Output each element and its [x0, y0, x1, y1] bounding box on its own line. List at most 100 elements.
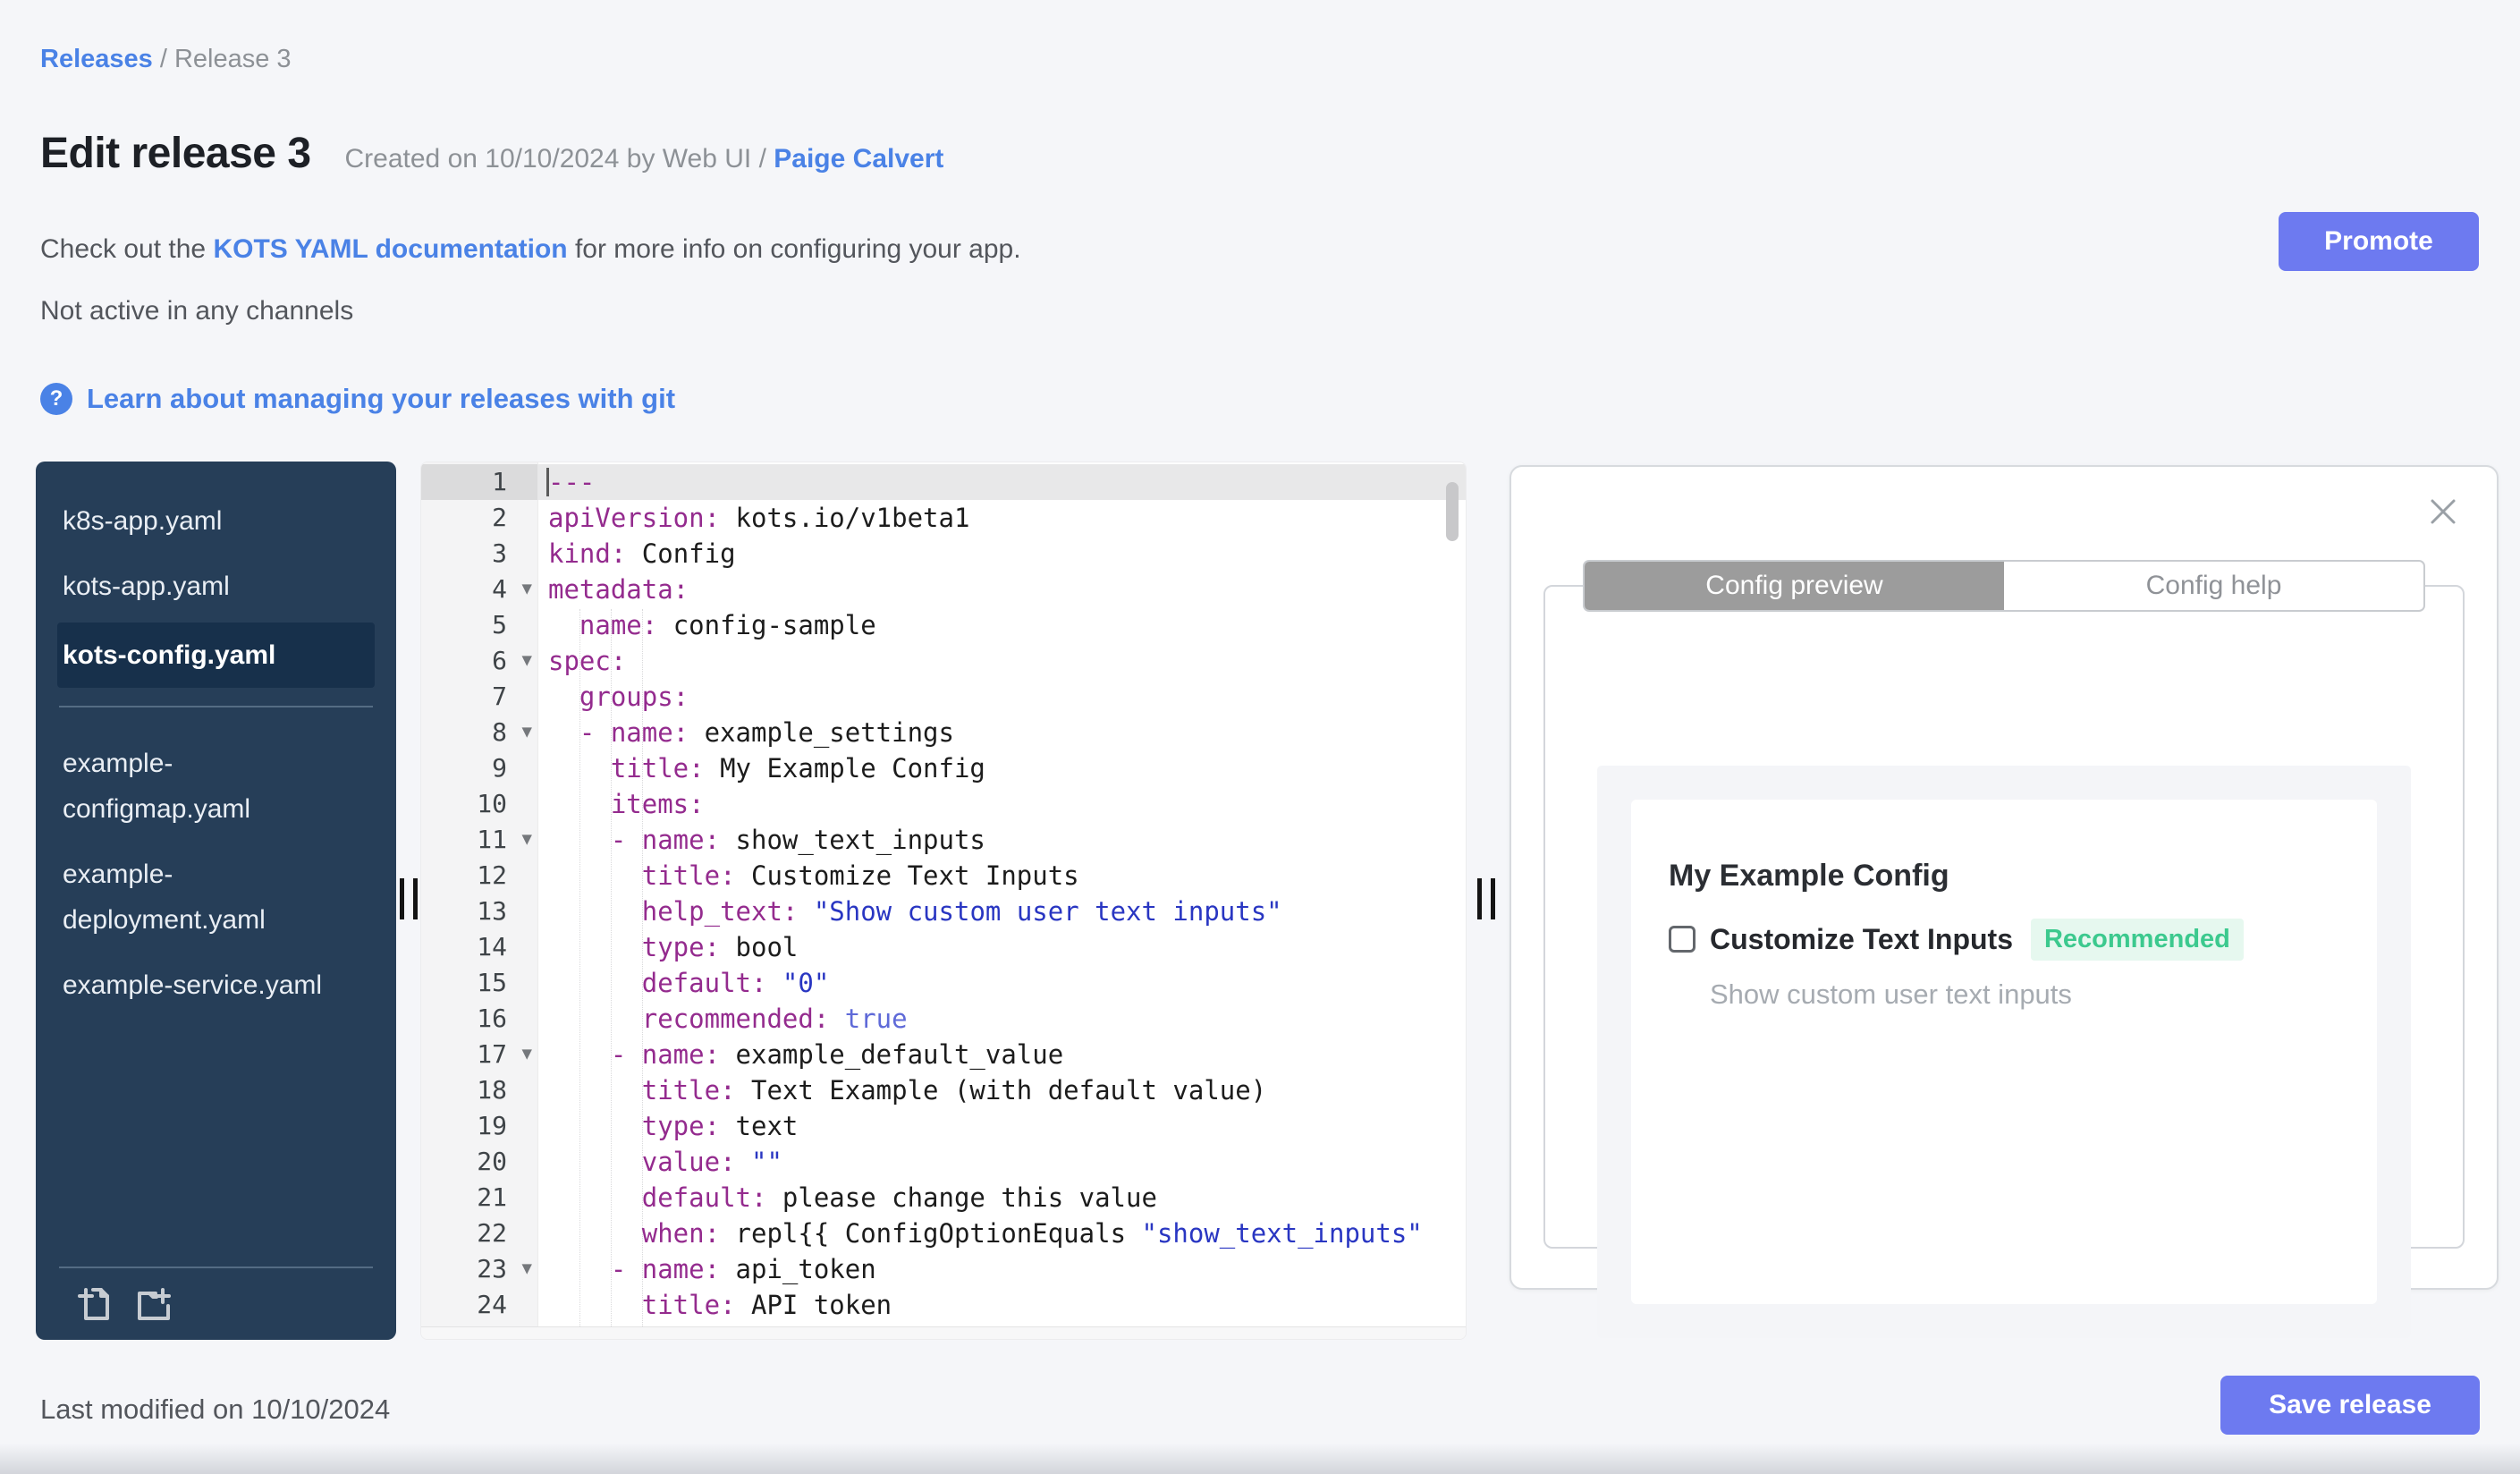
code-line[interactable]: 11 ▼ - name: show_text_inputs	[421, 822, 1466, 858]
page-title: Edit release 3	[40, 130, 311, 177]
file-item-kots-config.yaml[interactable]: kots-config.yaml	[57, 623, 375, 688]
created-author-link[interactable]: Paige Calvert	[774, 144, 943, 174]
add-folder-icon[interactable]	[132, 1283, 175, 1326]
code-text: apiVersion: kots.io/v1beta1	[548, 503, 970, 533]
kots-yaml-doc-link[interactable]: KOTS YAML documentation	[213, 234, 567, 264]
doc-line: Check out the KOTS YAML documentation fo…	[40, 234, 1021, 265]
tab-config-preview[interactable]: Config preview	[1585, 562, 2004, 610]
recommended-badge: Recommended	[2030, 918, 2244, 961]
preview-inner-box: My Example Config Customize Text Inputs …	[1543, 585, 2465, 1338]
sidebar-actions	[36, 1266, 396, 1326]
preview-gray-area: My Example Config Customize Text Inputs …	[1597, 766, 2411, 1338]
editor-vertical-scrollbar[interactable]	[1446, 482, 1459, 541]
code-text: spec:	[548, 646, 627, 676]
doc-text-before: Check out the	[40, 234, 214, 264]
question-circle-icon[interactable]: ?	[40, 383, 72, 415]
file-label: example-configmap.yaml	[63, 749, 251, 824]
customize-text-inputs-checkbox[interactable]	[1669, 926, 1696, 953]
code-line[interactable]: 9 title: My Example Config	[421, 750, 1466, 786]
fold-arrow-icon[interactable]: ▼	[522, 571, 532, 606]
breadcrumb-separator: /	[152, 45, 174, 73]
code-line[interactable]: 13 help_text: "Show custom user text inp…	[421, 894, 1466, 929]
code-line[interactable]: 4 ▼ metadata:	[421, 572, 1466, 607]
line-number: 14	[477, 932, 507, 961]
code-text: - name: show_text_inputs	[610, 825, 985, 855]
fold-arrow-icon[interactable]: ▼	[522, 821, 532, 857]
line-number: 13	[477, 896, 507, 926]
add-file-icon[interactable]	[72, 1283, 114, 1326]
code-line[interactable]: 6 ▼ spec:	[421, 643, 1466, 679]
yaml-editor[interactable]: 1 --- 2 apiVersion: kots.io/v1beta1 3 kind: C…	[420, 462, 1467, 1340]
code-line[interactable]: 17 ▼ - name: example_default_value	[421, 1037, 1466, 1072]
code-line[interactable]: 19 type: text	[421, 1108, 1466, 1144]
code-line[interactable]: 24 title: API token	[421, 1287, 1466, 1323]
file-label: kots-app.yaml	[63, 572, 230, 601]
code-line[interactable]: 8 ▼ - name: example_settings	[421, 715, 1466, 750]
edit-release-page: Releases / Release 3 Edit release 3 Crea…	[0, 0, 2520, 1474]
sidebar-action-icons	[36, 1283, 396, 1326]
line-number: 7	[492, 682, 507, 711]
fold-arrow-icon[interactable]: ▼	[522, 642, 532, 678]
code-text: - name: api_token	[610, 1254, 876, 1284]
file-item-example-deployment.yaml[interactable]: example-deployment.yaml	[36, 842, 396, 953]
code-line[interactable]: 1 ---	[421, 464, 1466, 500]
line-number: 6 ▼	[421, 643, 537, 679]
line-number: 24	[477, 1290, 507, 1319]
code-line[interactable]: 10 items:	[421, 786, 1466, 822]
file-item-example-configmap.yaml[interactable]: example-configmap.yaml	[36, 731, 396, 842]
code-line[interactable]: 22 when: repl{{ ConfigOptionEquals "show…	[421, 1216, 1466, 1251]
created-text: Created on 10/10/2024 by Web UI /	[344, 144, 774, 174]
line-number: 1	[421, 464, 537, 500]
code-text: name: config-sample	[579, 610, 876, 640]
code-text: help_text: "Show custom user text inputs…	[641, 896, 1282, 927]
config-group-title: My Example Config	[1669, 859, 1949, 893]
line-number: 19	[477, 1111, 507, 1140]
close-icon[interactable]	[2425, 494, 2461, 529]
line-number: 4 ▼	[421, 572, 537, 607]
promote-button[interactable]: Promote	[2279, 212, 2479, 271]
code-text: metadata:	[548, 574, 689, 605]
file-item-example-service.yaml[interactable]: example-service.yaml	[36, 953, 396, 1018]
file-sidebar: k8s-app.yaml kots-app.yaml kots-config.yam…	[36, 462, 396, 1340]
code-text: title: API token	[641, 1290, 892, 1320]
code-text: type: bool	[641, 932, 799, 962]
doc-text-after: for more info on configuring your app.	[567, 234, 1021, 264]
code-rows: 1 --- 2 apiVersion: kots.io/v1beta1 3 kind: C…	[421, 462, 1466, 1339]
code-line[interactable]: 15 default: "0"	[421, 965, 1466, 1001]
save-release-button[interactable]: Save release	[2220, 1376, 2480, 1435]
code-line[interactable]: 18 title: Text Example (with default val…	[421, 1072, 1466, 1108]
tab-config-help[interactable]: Config help	[2004, 562, 2423, 610]
code-text: title: My Example Config	[610, 753, 985, 784]
fold-arrow-icon[interactable]: ▼	[522, 1036, 532, 1072]
file-item-kots-app.yaml[interactable]: kots-app.yaml	[36, 554, 396, 619]
code-line[interactable]: 5 name: config-sample	[421, 607, 1466, 643]
code-line[interactable]: 3 kind: Config	[421, 536, 1466, 572]
code-line[interactable]: 14 type: bool	[421, 929, 1466, 965]
config-item-label: Customize Text Inputs	[1710, 922, 2013, 955]
code-line[interactable]: 7 groups:	[421, 679, 1466, 715]
pane-resize-handle-right[interactable]	[1477, 878, 1495, 919]
pane-resize-handle-left[interactable]	[400, 878, 418, 919]
file-list: k8s-app.yaml kots-app.yaml kots-config.yam…	[36, 462, 396, 1018]
line-number: 16	[477, 1004, 507, 1033]
line-number: 20	[477, 1147, 507, 1176]
editor-horizontal-scrollbar[interactable]	[421, 1326, 1466, 1339]
fold-arrow-icon[interactable]: ▼	[522, 714, 532, 750]
breadcrumb-releases-link[interactable]: Releases	[40, 45, 153, 73]
code-line[interactable]: 16 recommended: true	[421, 1001, 1466, 1037]
text-caret	[546, 468, 549, 496]
fold-arrow-icon[interactable]: ▼	[522, 1250, 532, 1286]
code-line[interactable]: 21 default: please change this value	[421, 1180, 1466, 1216]
code-line[interactable]: 12 title: Customize Text Inputs	[421, 858, 1466, 894]
code-text: default: "0"	[641, 968, 830, 998]
file-label: kots-config.yaml	[63, 640, 276, 670]
code-text: type: text	[641, 1111, 799, 1141]
code-line[interactable]: 23 ▼ - name: api_token	[421, 1251, 1466, 1287]
code-text: kind: Config	[548, 538, 736, 569]
git-releases-link[interactable]: Learn about managing your releases with …	[87, 383, 675, 415]
code-text: recommended: true	[641, 1004, 908, 1034]
code-line[interactable]: 2 apiVersion: kots.io/v1beta1	[421, 500, 1466, 536]
code-line[interactable]: 20 value: ""	[421, 1144, 1466, 1180]
file-item-k8s-app.yaml[interactable]: k8s-app.yaml	[36, 488, 396, 554]
line-number: 15	[477, 968, 507, 997]
